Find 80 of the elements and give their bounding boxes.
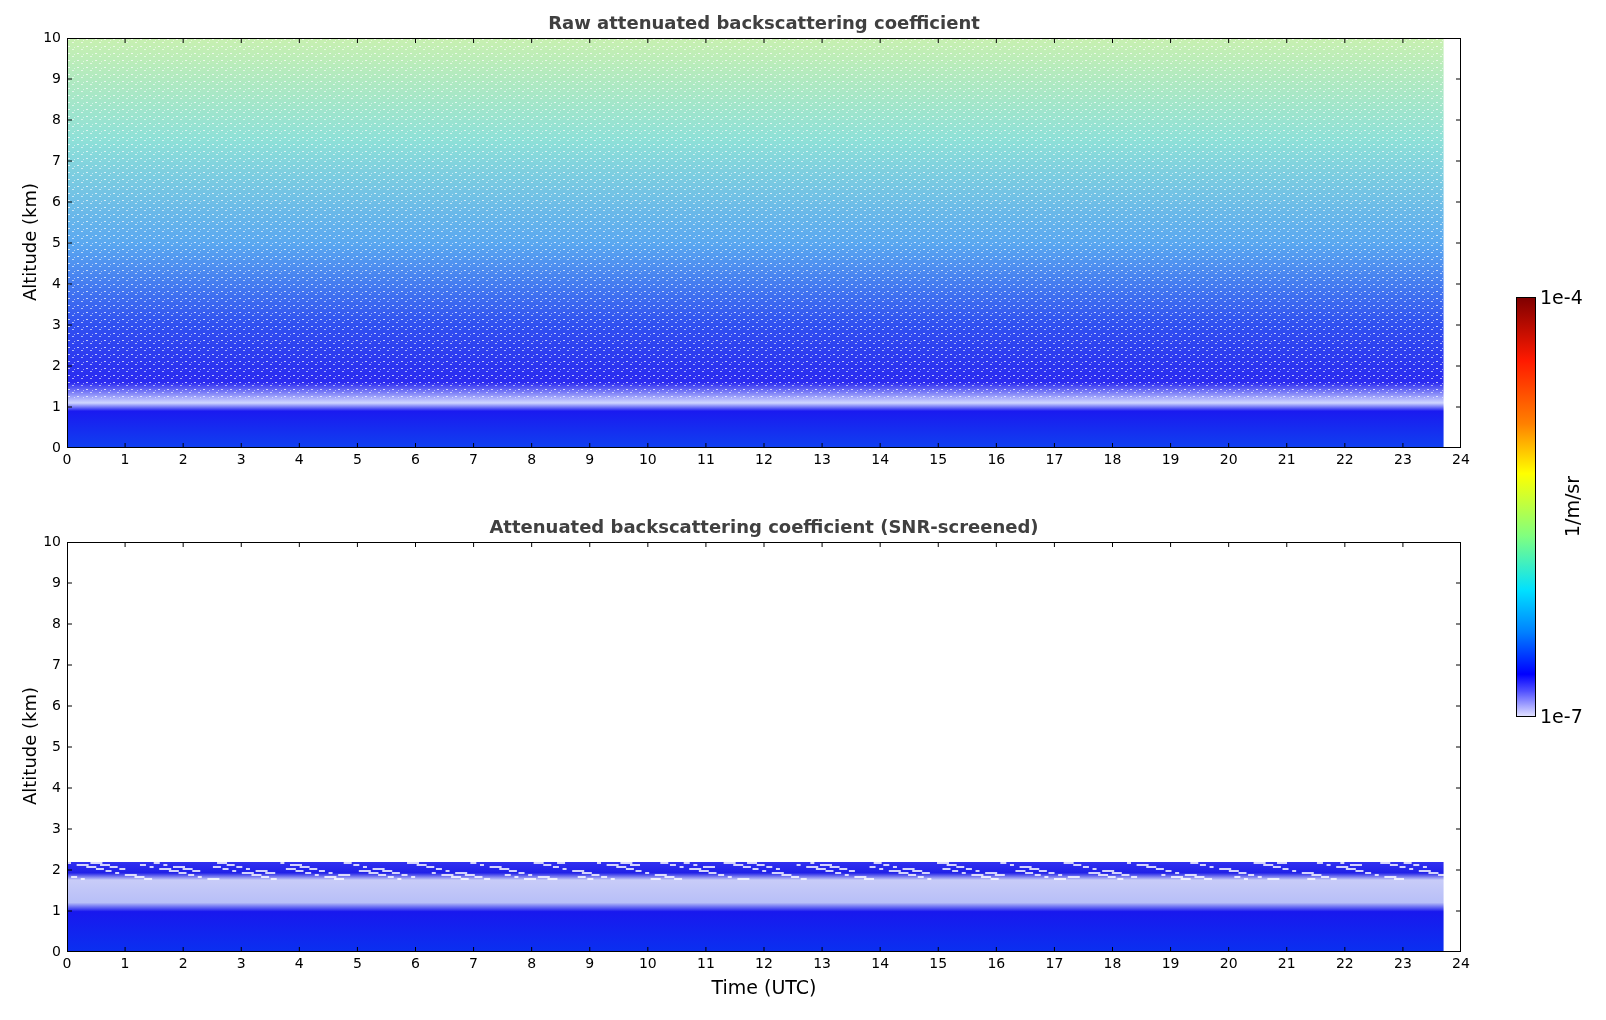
tick-label: 3	[236, 452, 246, 466]
tick-label: 19	[1161, 452, 1180, 466]
tick-label: 7	[52, 153, 61, 167]
tick-label: 8	[52, 112, 61, 126]
tick-label: 15	[929, 452, 948, 466]
tick-label: 17	[1045, 956, 1064, 970]
tick-label: 24	[1452, 452, 1470, 466]
tick-label: 5	[352, 956, 362, 970]
tick-label: 9	[585, 452, 595, 466]
tick-label: 4	[294, 452, 304, 466]
tick-label: 23	[1394, 956, 1412, 970]
plot-title: Attenuated backscattering coefficient (SNR-screened)	[489, 518, 1039, 536]
tick-label: 10	[43, 30, 61, 44]
tick-label: 21	[1277, 956, 1296, 970]
tick-label: 22	[1335, 956, 1354, 970]
tick-label: 6	[411, 956, 420, 970]
tick-label: 11	[697, 956, 715, 970]
tick-label: 10	[638, 956, 657, 970]
tick-label: 15	[929, 956, 948, 970]
tick-label: 12	[755, 452, 773, 466]
tick-label: 6	[411, 452, 420, 466]
tick-label: 22	[1335, 452, 1354, 466]
tick-label: 5	[52, 739, 61, 753]
tick-label: 10	[638, 452, 657, 466]
tick-label: 11	[697, 452, 715, 466]
tick-label: 2	[52, 862, 61, 876]
tick-label: 14	[871, 452, 890, 466]
tick-label: 9	[585, 956, 595, 970]
tick-label: 21	[1277, 452, 1296, 466]
axis-label: Altitude (km)	[21, 686, 39, 806]
axis-label: Altitude (km)	[21, 182, 39, 302]
tick-label: 9	[52, 71, 61, 85]
tick-label: 14	[871, 956, 890, 970]
tick-label: 18	[1103, 956, 1122, 970]
tick-label: 17	[1045, 452, 1064, 466]
tick-label: 4	[294, 956, 304, 970]
tick-label: 19	[1161, 956, 1180, 970]
tick-label: 2	[178, 956, 188, 970]
tick-label: 23	[1394, 452, 1412, 466]
tick-label: 20	[1219, 956, 1238, 970]
tick-label: 6	[52, 194, 61, 208]
tick-label: 16	[987, 956, 1006, 970]
tick-label: 1	[52, 903, 61, 917]
tick-label: 4	[52, 276, 61, 290]
tick-label: 5	[52, 235, 61, 249]
tick-label: 3	[52, 317, 61, 331]
tick-label: 3	[52, 821, 61, 835]
tick-label: 7	[52, 657, 61, 671]
colorbar-label: 1e-7	[1540, 707, 1583, 726]
tick-label: 12	[755, 956, 773, 970]
tick-label: 18	[1103, 452, 1122, 466]
colorbar-unit: 1/m/sr	[1563, 475, 1583, 538]
tick-label: 4	[52, 780, 61, 794]
plot-title: Raw attenuated backscattering coefficient	[548, 14, 980, 32]
colorbar-label: 1e-4	[1540, 288, 1583, 307]
tick-label: 1	[120, 956, 130, 970]
tick-label: 1	[52, 399, 61, 413]
tick-label: 7	[469, 956, 479, 970]
tick-label: 8	[52, 616, 61, 630]
tick-label: 2	[178, 452, 188, 466]
tick-label: 24	[1452, 956, 1470, 970]
tick-label: 0	[52, 440, 61, 454]
tick-label: 6	[52, 698, 61, 712]
tick-label: 9	[52, 575, 61, 589]
axis-label: Time (UTC)	[711, 978, 817, 997]
tick-label: 1	[120, 452, 130, 466]
tick-label: 3	[236, 956, 246, 970]
tick-label: 13	[813, 452, 831, 466]
tick-label: 7	[469, 452, 479, 466]
tick-label: 8	[527, 452, 537, 466]
tick-label: 5	[352, 452, 362, 466]
tick-label: 8	[527, 956, 537, 970]
tick-label: 10	[43, 534, 61, 548]
tick-label: 0	[62, 452, 72, 466]
tick-label: 13	[813, 956, 831, 970]
tick-label: 20	[1219, 452, 1238, 466]
tick-label: 0	[52, 944, 61, 958]
tick-label: 0	[62, 956, 72, 970]
tick-label: 2	[52, 358, 61, 372]
tick-label: 16	[987, 452, 1006, 466]
